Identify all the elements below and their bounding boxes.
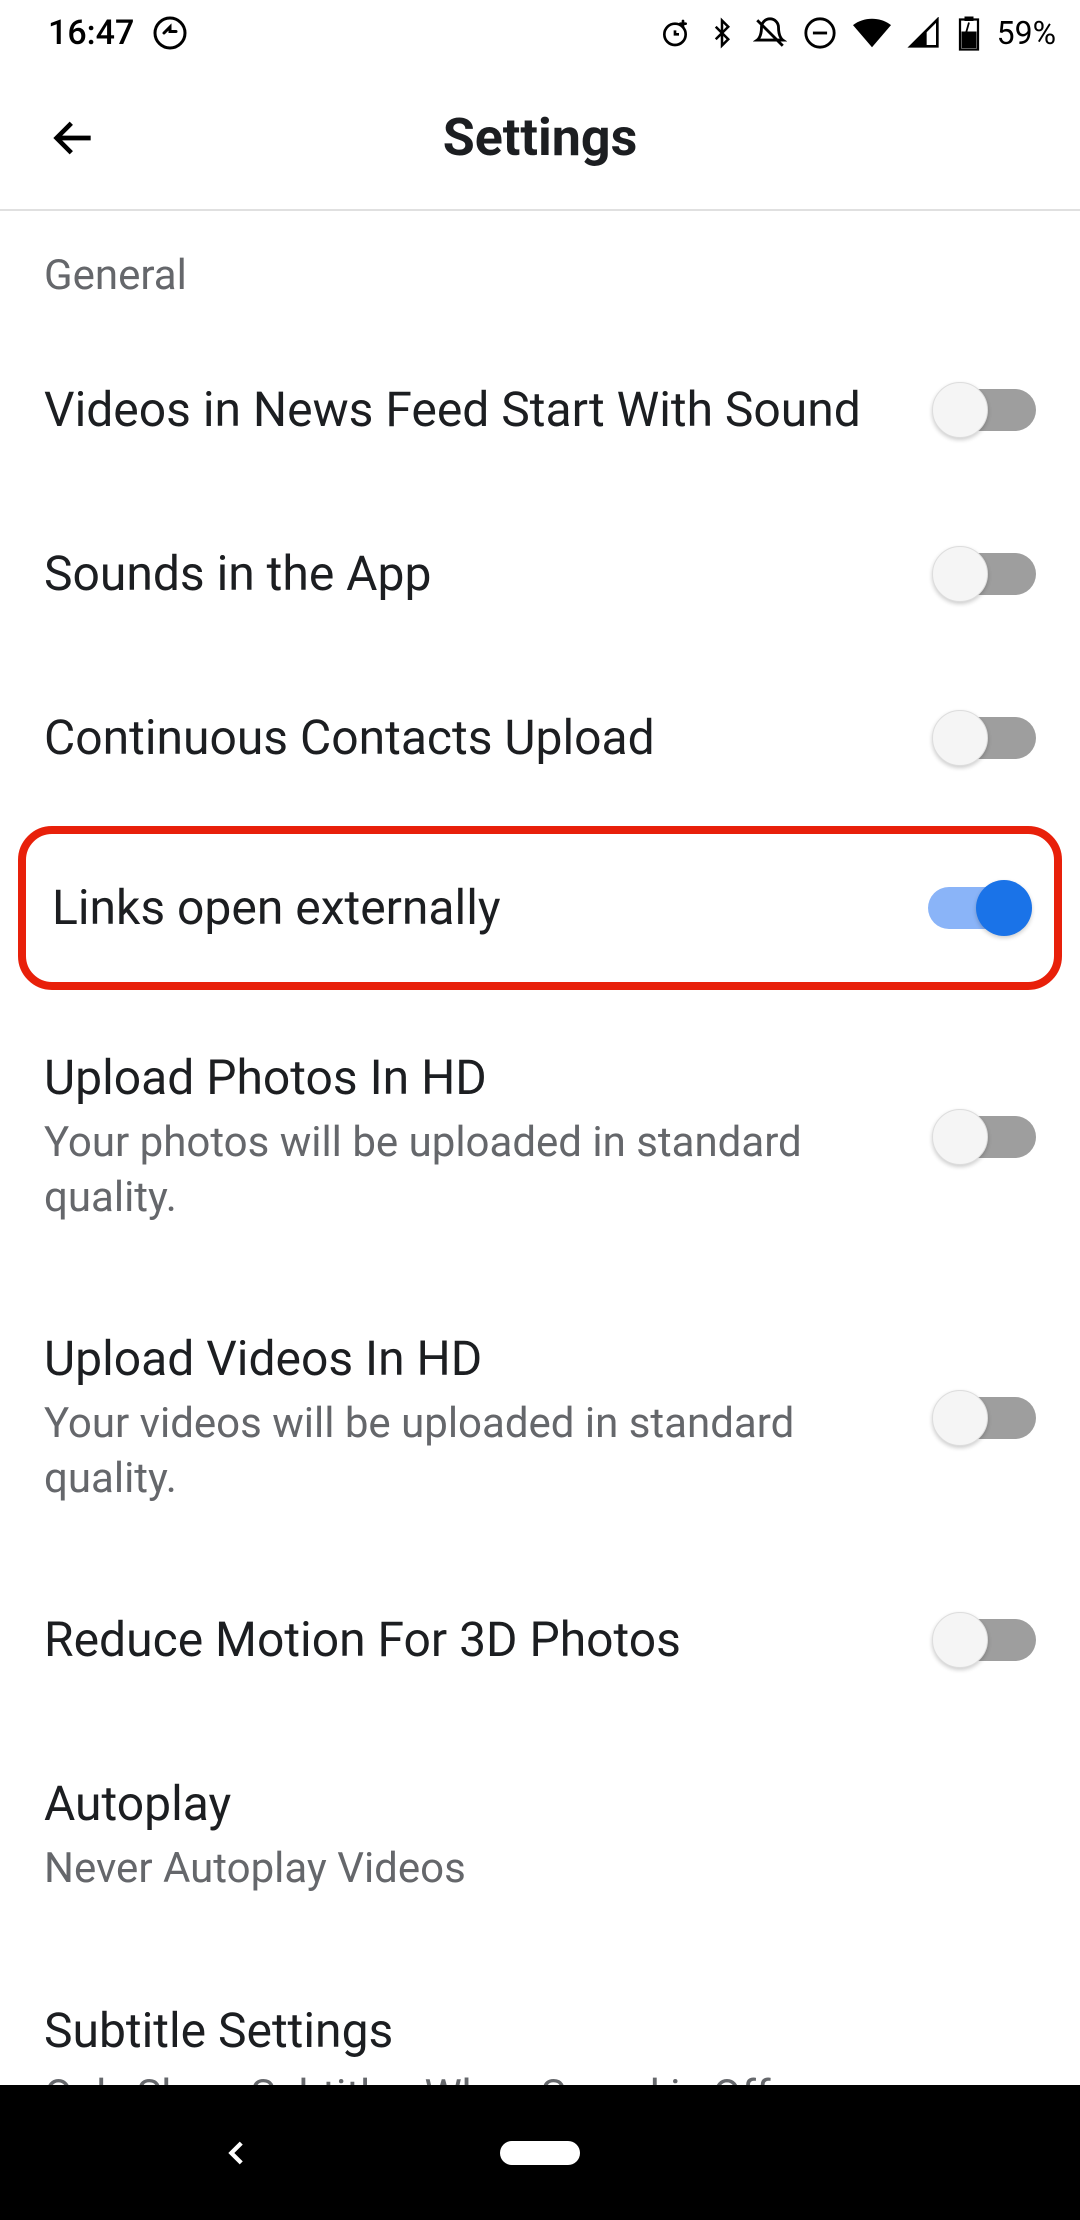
toggle-switch[interactable] [928,887,1028,929]
do-not-disturb-icon [803,16,837,50]
toggle-thumb [932,546,988,602]
row-title: Upload Photos In HD [44,1048,916,1108]
row-title: Links open externally [52,878,908,938]
sync-icon [152,15,188,51]
settings-row[interactable]: Continuous Contacts Upload [0,656,1080,820]
row-subtitle: Only Show Subtitles When Sound is Off [44,2069,1016,2085]
battery-icon [957,15,981,51]
row-subtitle: Your photos will be uploaded in standard… [44,1116,916,1225]
battery-percent: 59% [997,14,1056,52]
row-text: Subtitle Settings Only Show Subtitles Whe… [44,2001,1036,2085]
row-title: Upload Videos In HD [44,1329,916,1389]
system-nav-bar [0,2085,1080,2220]
arrow-left-icon [44,110,100,166]
system-home-button[interactable] [500,2141,580,2165]
row-title: Reduce Motion For 3D Photos [44,1610,916,1670]
section-header-general: General [0,211,1080,328]
row-title: Sounds in the App [44,544,916,604]
row-title: Continuous Contacts Upload [44,708,916,768]
settings-content: General Videos in News Feed Start With S… [0,211,1080,2085]
row-title: Autoplay [44,1774,1016,1834]
status-bar: 16:47 [0,0,1080,66]
row-text: Videos in News Feed Start With Sound [44,380,936,440]
toggle-thumb [932,1612,988,1668]
toggle-thumb [932,1109,988,1165]
toggle-switch[interactable] [936,1116,1036,1158]
status-time: 16:47 [48,13,134,53]
wifi-icon [853,18,891,48]
row-title: Subtitle Settings [44,2001,1016,2061]
app-bar: Settings [0,66,1080,211]
add-clock-icon [659,17,691,49]
row-text: Reduce Motion For 3D Photos [44,1610,936,1670]
notification-off-icon [753,16,787,50]
row-text: Sounds in the App [44,544,936,604]
settings-row[interactable]: Videos in News Feed Start With Sound [0,328,1080,492]
row-text: Autoplay Never Autoplay Videos [44,1774,1036,1897]
signal-icon [907,17,941,49]
settings-list: Videos in News Feed Start With Sound Soun… [0,328,1080,2085]
toggle-switch[interactable] [936,1619,1036,1661]
chevron-left-icon [220,2136,254,2170]
system-back-button[interactable] [220,2136,254,2170]
toggle-switch[interactable] [936,553,1036,595]
settings-row[interactable]: Links open externally [18,826,1062,990]
row-title: Videos in News Feed Start With Sound [44,380,916,440]
page-title: Settings [443,107,638,168]
settings-row[interactable]: Autoplay Never Autoplay Videos [0,1722,1080,1949]
toggle-thumb [932,1390,988,1446]
row-text: Upload Videos In HD Your videos will be u… [44,1329,936,1506]
settings-row[interactable]: Upload Videos In HD Your videos will be u… [0,1277,1080,1558]
toggle-switch[interactable] [936,1397,1036,1439]
settings-row[interactable]: Upload Photos In HD Your photos will be u… [0,996,1080,1277]
toggle-thumb [976,880,1032,936]
status-right: 59% [659,14,1056,52]
toggle-switch[interactable] [936,717,1036,759]
settings-row[interactable]: Sounds in the App [0,492,1080,656]
settings-row[interactable]: Subtitle Settings Only Show Subtitles Whe… [0,1949,1080,2085]
row-text: Links open externally [52,878,928,938]
settings-row[interactable]: Reduce Motion For 3D Photos [0,1558,1080,1722]
toggle-thumb [932,710,988,766]
toggle-thumb [932,382,988,438]
row-subtitle: Your videos will be uploaded in standard… [44,1397,916,1506]
bluetooth-icon [707,15,737,51]
row-text: Continuous Contacts Upload [44,708,936,768]
toggle-switch[interactable] [936,389,1036,431]
row-subtitle: Never Autoplay Videos [44,1842,1016,1897]
back-button[interactable] [32,98,112,178]
row-text: Upload Photos In HD Your photos will be u… [44,1048,936,1225]
